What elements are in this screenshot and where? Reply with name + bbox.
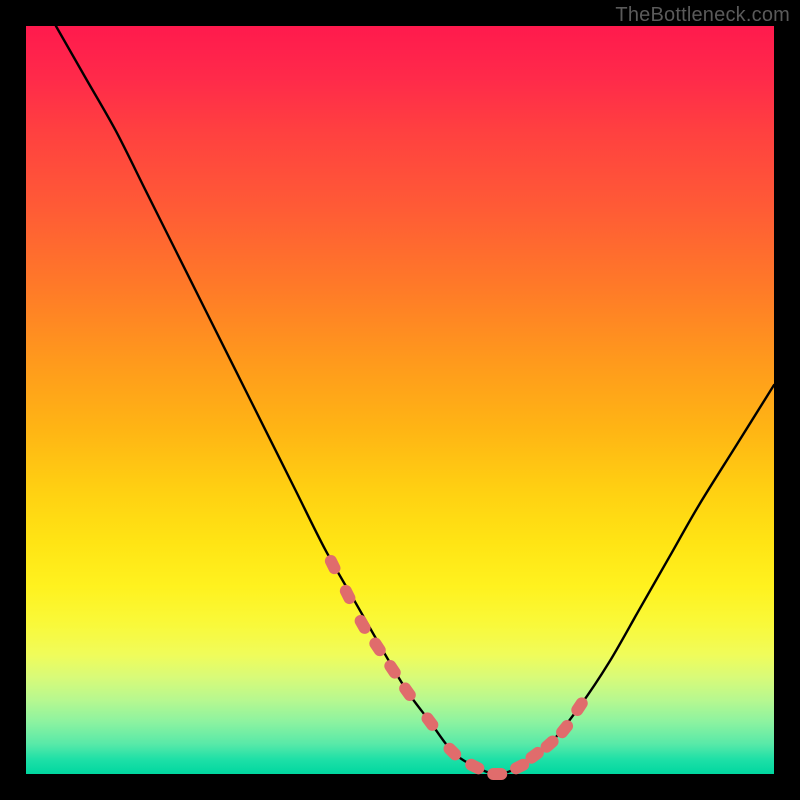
highlight-dot xyxy=(397,680,418,703)
chart-frame: TheBottleneck.com xyxy=(0,0,800,800)
plot-area xyxy=(26,26,774,774)
curve-svg xyxy=(26,26,774,774)
bottleneck-curve xyxy=(56,26,774,774)
highlight-dot xyxy=(352,613,372,636)
highlight-dot xyxy=(323,553,343,576)
watermark-text: TheBottleneck.com xyxy=(615,4,790,27)
highlight-dot xyxy=(487,768,507,780)
highlight-dot xyxy=(463,757,486,777)
highlight-dots xyxy=(323,553,590,780)
